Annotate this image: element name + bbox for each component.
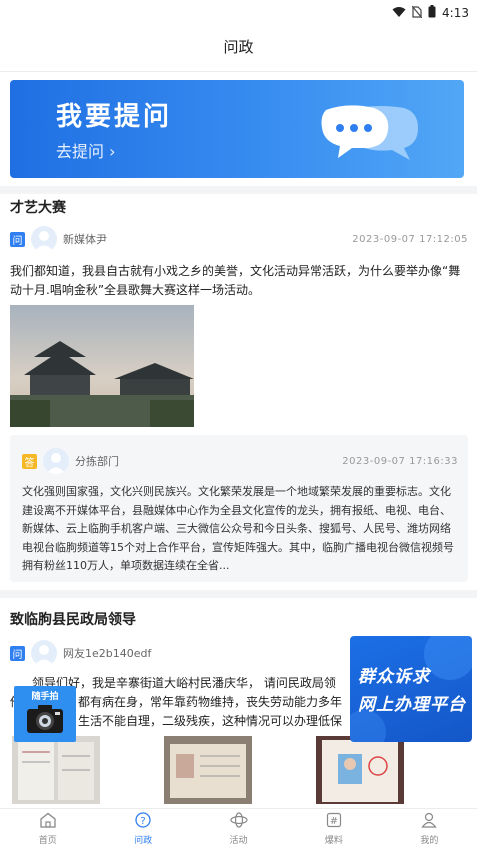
- answer-author-row: 答 分拣部门 2023-09-07 17:16:33: [22, 447, 458, 475]
- answer-datetime: 2023-09-07 17:16:33: [342, 455, 458, 467]
- public-appeal-float-panel[interactable]: 群众诉求 网上办理平台: [350, 636, 472, 742]
- section-divider: [0, 590, 477, 598]
- ask-question-banner[interactable]: 我要提问 去提问 ›: [10, 80, 464, 178]
- tip-icon: #: [326, 812, 342, 832]
- tab-label: 爆料: [324, 835, 343, 846]
- tab-label: 首页: [38, 835, 57, 846]
- appeal-title-line2: 网上办理平台: [358, 695, 466, 715]
- thumbnail-image[interactable]: [316, 736, 404, 804]
- page-header: 问政: [0, 22, 477, 72]
- status-bar: 4:13: [0, 0, 477, 22]
- tab-label: 我的: [420, 835, 439, 846]
- question-body-line2: 都有病在身，常年靠药物维持，丧失劳动能力多年: [78, 695, 343, 709]
- bottom-tab-bar: 首页 ? 问政 活动 # 爆料 我的: [0, 808, 477, 848]
- question-username: 网友1e2b140edf: [63, 647, 152, 660]
- panel-background-shape: [350, 636, 472, 742]
- avatar: [43, 448, 69, 474]
- question-thumbnails: [0, 736, 477, 806]
- question-body-line1: 领导们好，我是辛寨街道大峪村民潘庆华， 请问民政局领: [32, 676, 336, 690]
- page-title: 问政: [223, 38, 254, 56]
- thumbnail-image[interactable]: [12, 736, 100, 804]
- question-title[interactable]: 致临朐县民政局领导: [10, 609, 136, 629]
- go-ask-link[interactable]: 去提问 ›: [56, 138, 116, 162]
- tab-profile[interactable]: 我的: [382, 809, 477, 848]
- svg-text:#: #: [330, 816, 338, 827]
- avatar: [31, 640, 57, 666]
- wifi-icon: [392, 3, 406, 22]
- wenzheng-page: 4:13 问政 我要提问 去提问 › 才艺大赛 问 新媒体尹 2023-09-0…: [0, 0, 477, 848]
- no-sim-icon: [411, 3, 423, 22]
- tab-home[interactable]: 首页: [0, 809, 95, 848]
- answer-body: 文化强则国家强，文化兴则民族兴。文化繁荣发展是一个地域繁荣发展的重要标志。文化建…: [22, 485, 454, 571]
- section-divider: [0, 186, 477, 194]
- answer-badge: 答: [22, 453, 37, 469]
- thumbnail-image[interactable]: [164, 736, 252, 804]
- question-body-line3: 生活不能自理，二级残疾，这种情况可以办理低保: [78, 714, 343, 728]
- question-icon: ?: [135, 811, 151, 832]
- question-body: 我们都知道，我县自古就有小戏之乡的美誉，文化活动异常活跃，为什么要举办像“舞动十…: [10, 264, 461, 297]
- banner-title: 我要提问: [56, 102, 173, 132]
- profile-icon: [421, 812, 438, 832]
- avatar: [31, 226, 57, 252]
- tab-wenzheng[interactable]: ? 问政: [95, 809, 190, 848]
- question-badge: 问: [10, 645, 25, 661]
- svg-text:?: ?: [140, 816, 145, 827]
- question-title[interactable]: 才艺大赛: [10, 197, 66, 217]
- chat-bubble-icon: [318, 98, 428, 174]
- answer-username: 分拣部门: [75, 455, 119, 468]
- answer-card[interactable]: 答 分拣部门 2023-09-07 17:16:33 文化强则国家强，文化兴则民…: [10, 435, 468, 582]
- tab-label: 活动: [229, 835, 248, 846]
- activity-icon: [229, 811, 248, 832]
- appeal-title-line1: 群众诉求: [358, 667, 430, 687]
- snapshot-label: 随手拍: [31, 692, 59, 702]
- question-datetime: 2023-09-07 17:12:05: [352, 233, 468, 245]
- question-username: 新媒体尹: [63, 233, 107, 246]
- snapshot-float-button[interactable]: 随手拍: [14, 686, 76, 742]
- home-icon: [39, 812, 57, 832]
- question-author-row: 问 新媒体尹 2023-09-07 17:12:05: [10, 225, 468, 253]
- question-photo[interactable]: [10, 305, 194, 427]
- tab-tip-off[interactable]: # 爆料: [286, 809, 381, 848]
- question-badge: 问: [10, 231, 25, 247]
- status-time: 4:13: [442, 5, 469, 20]
- tab-label: 问政: [134, 835, 153, 846]
- battery-icon: [428, 3, 436, 22]
- camera-icon: [25, 702, 65, 740]
- tab-activity[interactable]: 活动: [191, 809, 286, 848]
